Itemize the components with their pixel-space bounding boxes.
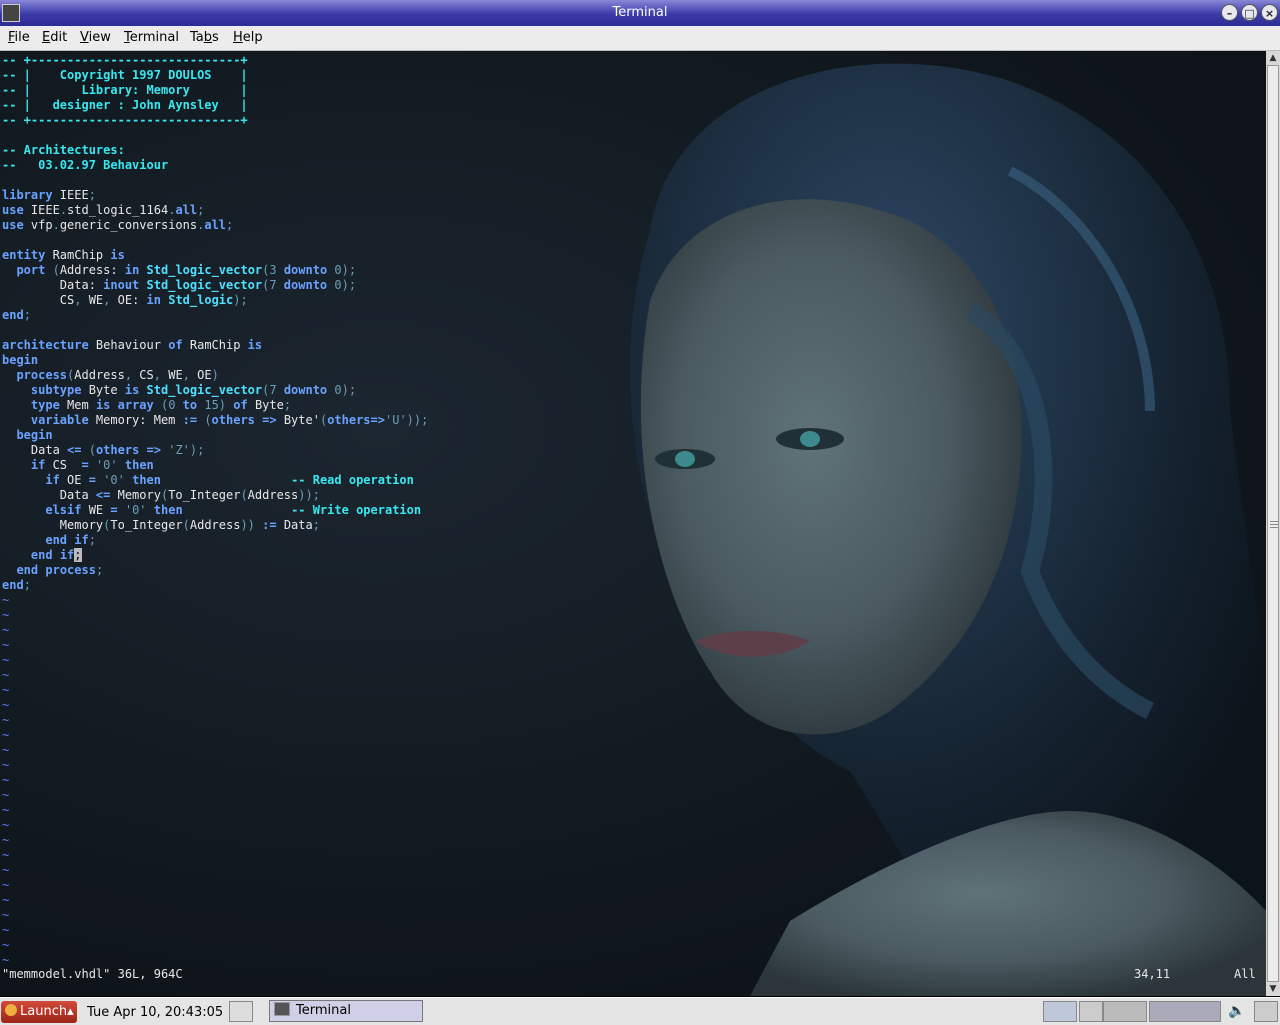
code-line: variable Memory: Mem := (others => Byte'…	[30, 413, 429, 427]
cursor-position: 34,11	[1134, 967, 1171, 981]
menu-terminal[interactable]: Terminal	[124, 30, 179, 45]
scrollbar-thumb[interactable]	[1267, 65, 1279, 982]
code-line: if OE = '0' then -- Read operation	[45, 473, 414, 487]
show-desktop-icon[interactable]	[229, 1001, 253, 1022]
code-line: elsif WE = '0' then -- Write operation	[45, 503, 422, 517]
empty-line-tilde: ~	[2, 863, 10, 877]
code-line: Memory(To_Integer(Address)) := Data;	[2, 518, 320, 532]
code-line: entity RamChip is	[2, 248, 125, 262]
empty-line-tilde: ~	[2, 878, 10, 892]
empty-line-tilde: ~	[2, 608, 10, 622]
menu-edit[interactable]: Edit	[42, 30, 67, 45]
code-buffer[interactable]: -- +-----------------------------+ -- | C…	[2, 53, 428, 968]
empty-line-tilde: ~	[2, 953, 10, 967]
code-line: subtype Byte is Std_logic_vector(7 downt…	[30, 383, 357, 397]
workspace-switcher[interactable]	[1103, 1001, 1147, 1022]
empty-line-tilde: ~	[2, 743, 10, 757]
code-line: -- | designer : John Aynsley |	[2, 98, 248, 112]
terminal-icon	[274, 1002, 290, 1016]
menu-bar: File Edit View Terminal Tabs Help	[0, 26, 1280, 51]
workspace-1-icon[interactable]	[1079, 1001, 1103, 1022]
code-line: use IEEE.std_logic_1164.all;	[2, 203, 205, 217]
scroll-down-icon[interactable]: ▼	[1266, 982, 1280, 996]
code-line: -- Architectures:	[2, 143, 125, 157]
window-titlebar[interactable]: Terminal – □ ×	[0, 0, 1280, 26]
code-line: Data <= Memory(To_Integer(Address));	[2, 488, 320, 502]
empty-line-tilde: ~	[2, 818, 10, 832]
workspace-pager[interactable]	[1149, 1001, 1221, 1022]
code-line: architecture Behaviour of RamChip is	[2, 338, 263, 352]
empty-line-tilde: ~	[2, 893, 10, 907]
vim-status-line: "memmodel.vhdl" 36L, 964C 34,11 All	[2, 967, 1258, 981]
code-line: -- 03.02.97 Behaviour	[2, 158, 169, 172]
code-line: -- +-----------------------------+	[2, 53, 248, 67]
code-line: end if;	[45, 533, 96, 547]
empty-line-tilde: ~	[2, 638, 10, 652]
code-line: end;	[2, 308, 31, 322]
empty-line-tilde: ~	[2, 593, 10, 607]
code-line: -- | Library: Memory |	[2, 83, 248, 97]
empty-line-tilde: ~	[2, 758, 10, 772]
empty-line-tilde: ~	[2, 803, 10, 817]
window-title: Terminal	[612, 5, 668, 20]
scroll-up-icon[interactable]: ▲	[1266, 51, 1280, 65]
code-line: process(Address, CS, WE, OE)	[16, 368, 219, 382]
code-line: library IEEE;	[2, 188, 96, 202]
code-line: end process;	[16, 563, 104, 577]
menu-tabs[interactable]: Tabs	[190, 30, 219, 45]
empty-line-tilde: ~	[2, 668, 10, 682]
empty-line-tilde: ~	[2, 623, 10, 637]
empty-line-tilde: ~	[2, 908, 10, 922]
empty-line-tilde: ~	[2, 788, 10, 802]
panel-clock[interactable]: Tue Apr 10, 20:43:05	[87, 1005, 223, 1020]
code-line: -- | Copyright 1997 DOULOS |	[2, 68, 248, 82]
scroll-position: All	[1234, 967, 1256, 981]
empty-line-tilde: ~	[2, 938, 10, 952]
empty-line-tilde: ~	[2, 923, 10, 937]
launch-button[interactable]: Launch▴	[1, 1001, 77, 1023]
system-tray: 🔈	[1035, 1001, 1280, 1023]
volume-icon[interactable]: 🔈	[1228, 1003, 1245, 1019]
bottom-panel: Launch▴ Tue Apr 10, 20:43:05 Terminal 🔈	[0, 997, 1280, 1025]
code-line: port (Address: in Std_logic_vector(3 dow…	[16, 263, 357, 277]
code-line: use vfp.generic_conversions.all;	[2, 218, 234, 232]
empty-line-tilde: ~	[2, 698, 10, 712]
code-line: begin	[2, 353, 39, 367]
menu-file[interactable]: File	[8, 30, 30, 45]
empty-line-tilde: ~	[2, 833, 10, 847]
code-line: Data <= (others => 'Z');	[2, 443, 205, 457]
code-line: end if;	[30, 548, 82, 562]
code-line: type Mem is array (0 to 15) of Byte;	[30, 398, 292, 412]
minimize-icon[interactable]: –	[1221, 4, 1238, 21]
launch-icon	[5, 1004, 17, 1016]
code-line: CS, WE, OE: in Std_logic);	[2, 293, 248, 307]
close-icon[interactable]: ×	[1261, 4, 1278, 21]
code-line: if CS = '0' then	[30, 458, 154, 472]
empty-line-tilde: ~	[2, 848, 10, 862]
terminal-scrollbar[interactable]: ▲ ▼	[1266, 51, 1280, 996]
code-line: end;	[2, 578, 31, 592]
code-line: Data: inout Std_logic_vector(7 downto 0)…	[2, 278, 357, 292]
code-line: -- +-----------------------------+	[2, 113, 248, 127]
background-portrait-image	[630, 63, 1266, 996]
terminal-area[interactable]: -- +-----------------------------+ -- | C…	[0, 51, 1266, 996]
empty-line-tilde: ~	[2, 728, 10, 742]
menu-help[interactable]: Help	[233, 30, 263, 45]
menu-view[interactable]: View	[80, 30, 111, 45]
empty-line-tilde: ~	[2, 713, 10, 727]
file-info: "memmodel.vhdl" 36L, 964C	[2, 967, 183, 981]
maximize-icon[interactable]: □	[1241, 4, 1258, 21]
window-list-icon[interactable]	[1254, 1001, 1278, 1022]
help-icon[interactable]	[1043, 1001, 1077, 1022]
empty-line-tilde: ~	[2, 683, 10, 697]
empty-line-tilde: ~	[2, 653, 10, 667]
code-line: begin	[16, 428, 53, 442]
empty-line-tilde: ~	[2, 773, 10, 787]
taskbar-button-terminal[interactable]: Terminal	[269, 1000, 423, 1022]
